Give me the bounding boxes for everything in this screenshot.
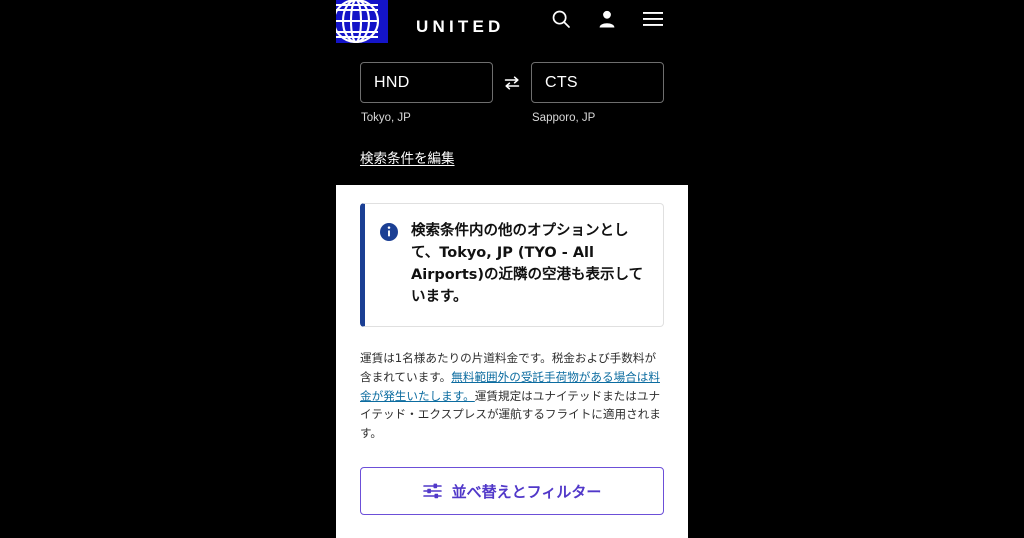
site-header: UNITED: [336, 0, 688, 48]
sort-and-filter-label: 並べ替えとフィルター: [451, 482, 602, 501]
sliders-filter-icon: [422, 483, 442, 499]
origin-field-group: HND Tokyo, JP: [360, 62, 493, 124]
fare-disclaimer: 運賃は1名様あたりの片道料金です。税金および手数料が含まれています。無料範囲外の…: [360, 349, 664, 443]
destination-airport-code: CTS: [545, 73, 578, 91]
sort-and-filter-button[interactable]: 並べ替えとフィルター: [360, 467, 664, 516]
united-wordmark: UNITED: [416, 17, 505, 36]
header-actions: [548, 6, 666, 32]
swap-wrapper: [493, 62, 531, 103]
account-icon[interactable]: [594, 6, 620, 32]
origin-airport-city: Tokyo, JP: [361, 112, 411, 124]
brand-block[interactable]: UNITED: [336, 0, 504, 43]
origin-airport-code: HND: [374, 73, 410, 91]
hamburger-menu-icon[interactable]: [640, 6, 666, 32]
screenshot-root: UNITED HND Tokyo, JP CTS Sapporo, JP 検索条…: [0, 0, 1024, 538]
destination-airport-city: Sapporo, JP: [532, 112, 596, 124]
airport-row: HND Tokyo, JP CTS Sapporo, JP: [360, 62, 664, 124]
swap-arrows-icon[interactable]: [500, 71, 524, 95]
origin-airport-input[interactable]: HND: [360, 62, 493, 103]
edit-search-link[interactable]: 検索条件を編集: [360, 147, 455, 167]
info-circle-icon: [379, 222, 399, 247]
search-icon[interactable]: [548, 6, 574, 32]
destination-airport-input[interactable]: CTS: [531, 62, 664, 103]
search-summary: HND Tokyo, JP CTS Sapporo, JP 検索条件を編集: [336, 48, 688, 168]
destination-field-group: CTS Sapporo, JP: [531, 62, 664, 124]
mobile-viewport: UNITED HND Tokyo, JP CTS Sapporo, JP 検索条…: [336, 0, 688, 538]
nearby-airports-alert: 検索条件内の他のオプションとして、Tokyo, JP (TYO - All Ai…: [360, 203, 664, 328]
results-content-panel: 検索条件内の他のオプションとして、Tokyo, JP (TYO - All Ai…: [336, 185, 688, 538]
alert-message: 検索条件内の他のオプションとして、Tokyo, JP (TYO - All Ai…: [411, 223, 644, 306]
united-globe-logo[interactable]: [336, 0, 388, 43]
